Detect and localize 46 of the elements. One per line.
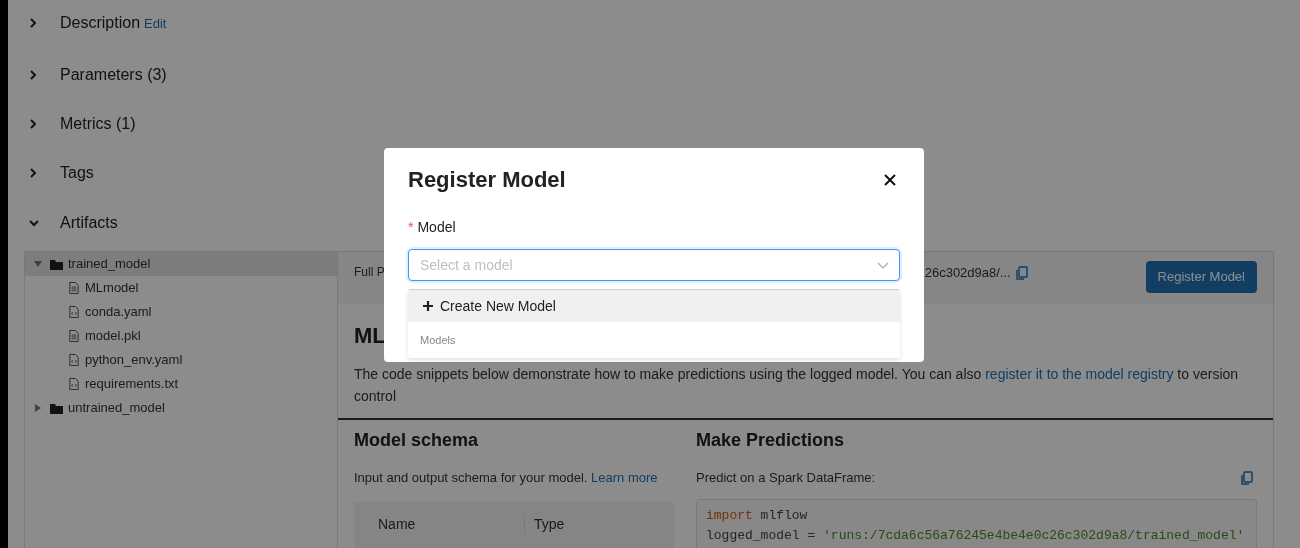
path-text: 26c302d9a8/...: [924, 264, 1011, 282]
code-line: logged_model = 'runs:/7cda6c56a76245e4be4e0c26c302d9a8/trained_model': [706, 526, 1246, 545]
subtitle-text: Predict on a Spark DataFrame:: [696, 469, 876, 487]
field-label: Model: [417, 218, 456, 237]
schema-description: Input and output schema for your model. Learn more: [354, 469, 659, 487]
tree-item[interactable]: python_env.yaml: [25, 348, 337, 372]
tree-item[interactable]: requirements.txt: [25, 372, 337, 396]
code-file-icon: [68, 353, 80, 367]
section-heading: Make Predictions: [696, 429, 846, 452]
copy-icon: [1015, 265, 1028, 280]
tree-item[interactable]: untrained_model: [25, 396, 337, 420]
file-icon: [68, 329, 80, 343]
section-heading: Model schema: [354, 429, 480, 452]
column-header: Type: [533, 515, 565, 534]
path-text: Full P: [354, 264, 385, 281]
registry-link[interactable]: register it to the model registry: [985, 366, 1174, 382]
code-file-icon: [68, 305, 80, 319]
section-title[interactable]: Tags: [60, 161, 94, 185]
group-label: Models: [419, 332, 457, 348]
model-select[interactable]: Select a model: [408, 249, 900, 281]
plus-icon: [423, 301, 433, 311]
section-heading: ML: [354, 322, 386, 350]
dropdown-option[interactable]: Create New Model: [408, 290, 900, 322]
close-icon: [883, 173, 897, 187]
code-line: import mlflow: [706, 506, 809, 525]
description-text: The code snippets below demonstrate how to make predictions using the logged model. You can also register it to the model registry to version control: [354, 365, 1240, 406]
section-title[interactable]: Artifacts: [60, 211, 118, 235]
tree-item[interactable]: trained_model: [25, 252, 337, 276]
folder-icon: [50, 258, 63, 270]
edit-link[interactable]: Edit: [144, 14, 167, 34]
register-model-button[interactable]: Register Model: [1145, 261, 1257, 293]
code-file-icon: [68, 377, 80, 391]
tree-item[interactable]: MLmodel: [25, 276, 337, 300]
tree-item[interactable]: model.pkl: [25, 324, 337, 348]
learn-more-link[interactable]: Learn more: [591, 470, 658, 485]
modal-title: Register Model: [408, 166, 566, 194]
section-title[interactable]: Description: [60, 11, 141, 35]
chevron-down-icon: [877, 262, 889, 269]
required-mark: *: [408, 218, 414, 237]
column-header: Name: [354, 514, 525, 535]
copy-icon: [1241, 470, 1253, 485]
folder-icon: [50, 402, 63, 414]
section-title[interactable]: Parameters (3): [60, 63, 167, 87]
section-title[interactable]: Metrics (1): [60, 112, 136, 136]
file-icon: [68, 281, 80, 295]
tree-item[interactable]: conda.yaml: [25, 300, 337, 324]
